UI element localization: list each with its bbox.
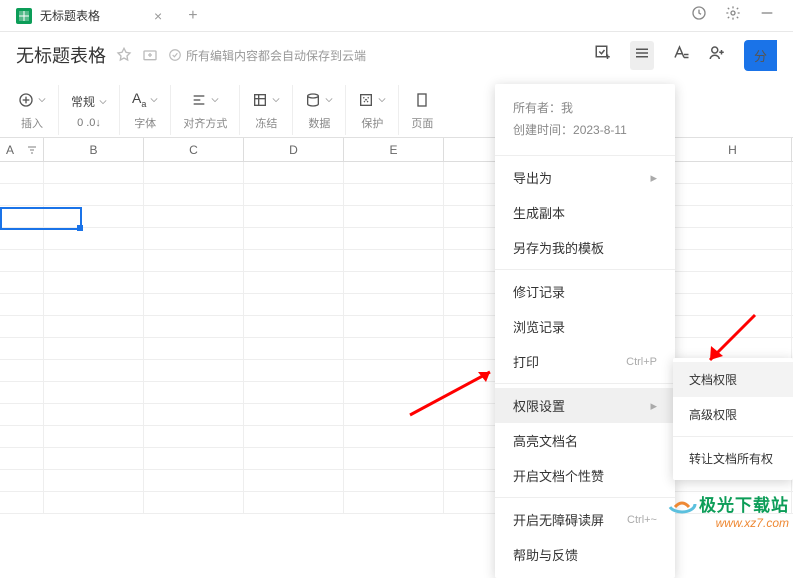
star-icon[interactable] — [116, 47, 132, 63]
menu-screen-reader[interactable]: 开启无障碍读屏Ctrl+~ — [495, 502, 675, 537]
align-tool[interactable]: 对齐方式 — [171, 85, 240, 135]
menu-permissions[interactable]: 权限设置▸ — [495, 388, 675, 423]
submenu-transfer-ownership[interactable]: 转让文档所有权 — [673, 441, 793, 476]
protect-tool[interactable]: 保护 — [346, 85, 399, 135]
share-button[interactable]: 分 — [744, 40, 777, 71]
hamburger-dropdown-menu: 所有者：我 创建时间：2023-8-11 导出为▸ 生成副本 另存为我的模板 修… — [495, 84, 675, 578]
hamburger-menu-icon[interactable] — [630, 41, 654, 70]
title-bar: 无标题表格 所有编辑内容都会自动保存到云端 分 — [0, 32, 793, 78]
document-tab[interactable]: 无标题表格 × — [6, 0, 178, 31]
col-header-C[interactable]: C — [144, 138, 244, 161]
text-style-icon[interactable] — [672, 44, 690, 67]
col-header-A[interactable]: A — [0, 138, 44, 161]
watermark: 极光下载站 www.xz7.com — [667, 491, 789, 530]
menu-export[interactable]: 导出为▸ — [495, 160, 675, 195]
history-icon[interactable] — [691, 5, 707, 26]
folder-icon[interactable] — [142, 47, 158, 63]
new-tab-button[interactable]: + — [178, 7, 207, 25]
number-format-tool[interactable]: 常规 0 .0↓ — [59, 85, 120, 135]
col-header-H[interactable]: H — [674, 138, 792, 161]
permissions-submenu: 文档权限 高级权限 转让文档所有权 — [673, 358, 793, 480]
font-tool[interactable]: Aa 字体 — [120, 85, 171, 135]
collaborators-icon[interactable] — [708, 44, 726, 67]
sheet-icon — [16, 8, 32, 24]
save-status: 所有编辑内容都会自动保存到云端 — [168, 47, 366, 64]
tab-bar: 无标题表格 × + — [0, 0, 793, 32]
header-actions: 分 — [594, 40, 777, 71]
window-controls — [691, 5, 787, 26]
minimize-button[interactable] — [759, 5, 775, 26]
watermark-logo-icon — [667, 493, 697, 515]
tab-close-button[interactable]: × — [148, 8, 168, 24]
menu-doc-like[interactable]: 开启文档个性赞 — [495, 458, 675, 493]
col-header-D[interactable]: D — [244, 138, 344, 161]
menu-revisions[interactable]: 修订记录 — [495, 274, 675, 309]
menu-highlight-name[interactable]: 高亮文档名 — [495, 423, 675, 458]
insert-tool[interactable]: 插入 — [6, 85, 59, 135]
settings-icon[interactable] — [725, 5, 741, 26]
menu-doc-info: 所有者：我 创建时间：2023-8-11 — [495, 90, 675, 151]
document-title[interactable]: 无标题表格 — [16, 42, 106, 68]
col-header-E[interactable]: E — [344, 138, 444, 161]
menu-duplicate[interactable]: 生成副本 — [495, 195, 675, 230]
menu-print[interactable]: 打印Ctrl+P — [495, 344, 675, 379]
page-tool[interactable]: 页面 — [399, 85, 445, 135]
menu-help[interactable]: 帮助与反馈 — [495, 537, 675, 572]
submenu-advanced-permissions[interactable]: 高级权限 — [673, 397, 793, 432]
submenu-doc-permissions[interactable]: 文档权限 — [673, 362, 793, 397]
freeze-tool[interactable]: 冻结 — [240, 85, 293, 135]
checkbox-add-icon[interactable] — [594, 44, 612, 67]
menu-history[interactable]: 浏览记录 — [495, 309, 675, 344]
col-header-B[interactable]: B — [44, 138, 144, 161]
tab-title: 无标题表格 — [40, 7, 100, 24]
data-tool[interactable]: 数据 — [293, 85, 346, 135]
filter-icon[interactable] — [27, 145, 37, 155]
menu-save-template[interactable]: 另存为我的模板 — [495, 230, 675, 265]
